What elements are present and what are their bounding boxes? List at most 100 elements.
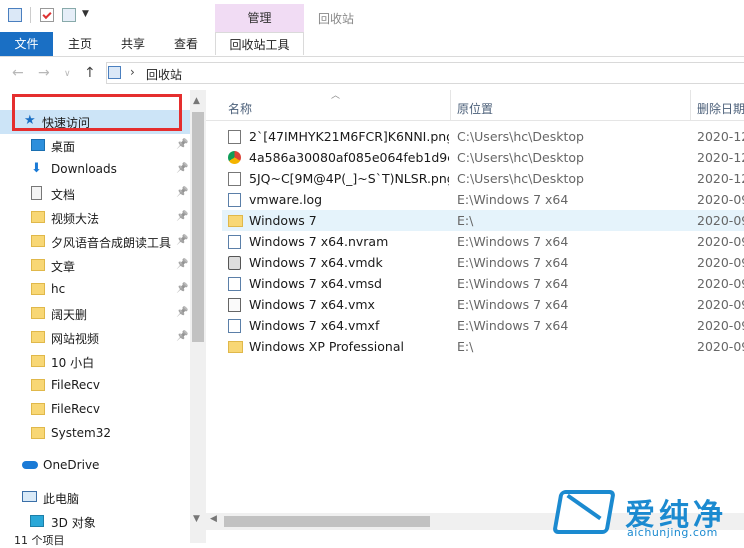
document-file-icon [228, 319, 241, 333]
file-row[interactable]: Windows 7 x64.vmxf E:\Windows 7 x64 2020-0… [222, 315, 744, 336]
sidebar-item[interactable]: 网站视频 📌 [0, 326, 190, 350]
sidebar-item-label: OneDrive [43, 458, 100, 472]
sidebar-item-onedrive[interactable]: OneDrive [0, 454, 190, 478]
sidebar-item[interactable]: 桌面 📌 [0, 134, 190, 158]
scroll-down-icon[interactable]: ▼ [193, 514, 200, 524]
recent-locations-chevron-icon[interactable]: ∨ [64, 69, 71, 79]
sidebar-item[interactable]: System32 [0, 422, 190, 446]
sidebar-item-this-pc[interactable]: 此电脑 [0, 486, 190, 510]
scrollbar-thumb[interactable] [192, 112, 204, 342]
sidebar-item[interactable]: FileRecv [0, 374, 190, 398]
pin-icon[interactable]: 📌 [176, 211, 188, 222]
folder-icon [31, 355, 45, 367]
folder-icon [228, 341, 243, 353]
sidebar-item-label: FileRecv [51, 402, 100, 416]
file-row[interactable]: 5JQ~C[9M@4P(_]~S`T)NLSR.png C:\Users\hc\D… [222, 168, 744, 189]
manage-contextual-tab-group: 管理 [215, 4, 304, 32]
tab-file[interactable]: 文件 [0, 32, 53, 56]
image-file-icon [228, 172, 241, 186]
file-date: 2020-09 [697, 255, 744, 270]
file-row[interactable]: Windows 7 x64.vmsd E:\Windows 7 x64 2020-0… [222, 273, 744, 294]
3d-objects-icon [30, 515, 44, 527]
sidebar-item[interactable]: 文章 📌 [0, 254, 190, 278]
file-location: C:\Users\hc\Desktop [457, 129, 584, 144]
recycle-bin-app-icon[interactable] [8, 8, 22, 22]
sidebar-item-label: 文章 [51, 260, 76, 274]
column-header-location[interactable]: 原位置 [457, 100, 493, 117]
up-arrow-icon[interactable]: ↑ [84, 65, 96, 81]
address-bar[interactable] [106, 62, 744, 84]
pin-icon[interactable]: 📌 [176, 235, 188, 246]
breadcrumb-separator-icon[interactable]: › [130, 65, 135, 79]
file-date: 2020-09 [697, 276, 744, 291]
column-divider[interactable] [690, 90, 691, 120]
document-file-icon [228, 235, 241, 249]
sidebar-item[interactable]: hc 📌 [0, 278, 190, 302]
file-location: E:\Windows 7 x64 [457, 318, 569, 333]
column-header-date-deleted[interactable]: 删除日期 [697, 100, 744, 117]
sidebar-item-label: 阔天删 [51, 308, 88, 322]
column-header-name[interactable]: 名称 [228, 100, 252, 117]
tab-view[interactable]: 查看 [163, 32, 209, 56]
scroll-up-icon[interactable]: ▲ [193, 96, 200, 106]
sidebar-item-label: 桌面 [51, 140, 76, 154]
file-date: 2020-09 [697, 192, 744, 207]
file-row[interactable]: vmware.log E:\Windows 7 x64 2020-09 [222, 189, 744, 210]
file-name: vmware.log [249, 192, 323, 207]
scroll-left-icon[interactable]: ◀ [210, 514, 217, 524]
sidebar-item[interactable]: FileRecv [0, 398, 190, 422]
customize-quick-access-chevron-icon[interactable]: ▼ [82, 9, 89, 19]
pin-icon[interactable]: 📌 [176, 307, 188, 318]
sidebar-item[interactable]: 视频大法 📌 [0, 206, 190, 230]
back-arrow-icon[interactable]: ← [12, 65, 24, 81]
sidebar-item[interactable]: ⬇ Downloads 📌 [0, 158, 190, 182]
file-location: E:\Windows 7 x64 [457, 276, 569, 291]
file-row[interactable]: Windows 7 x64.vmdk E:\Windows 7 x64 2020-0… [222, 252, 744, 273]
title-bar: ▼ [0, 0, 744, 32]
sidebar-item[interactable]: 10 小白 [0, 350, 190, 374]
ribbon-tab-bar: 文件 主页 共享 查看 回收站工具 [0, 32, 744, 57]
file-row[interactable]: Windows 7 x64.vmx E:\Windows 7 x64 2020-09 [222, 294, 744, 315]
sidebar-item-label: 3D 对象 [51, 516, 96, 530]
file-row[interactable]: 2`[47IMHYK21M6FCR]K6NNI.png C:\Users\hc\D… [222, 126, 744, 147]
tab-recycle-bin-tools[interactable]: 回收站工具 [215, 32, 304, 55]
file-date: 2020-12 [697, 129, 744, 144]
file-name: Windows 7 x64.vmx [249, 297, 375, 312]
scrollbar-thumb[interactable] [224, 516, 430, 527]
file-row[interactable]: 4a586a30080af085e064feb1d9c... C:\Users\h… [222, 147, 744, 168]
file-location: C:\Users\hc\Desktop [457, 171, 584, 186]
pin-icon[interactable]: 📌 [176, 331, 188, 342]
pin-icon[interactable]: 📌 [176, 259, 188, 270]
sidebar-item[interactable]: 阔天删 📌 [0, 302, 190, 326]
sidebar-item-3d-objects[interactable]: 3D 对象 [0, 510, 190, 534]
pin-icon[interactable]: 📌 [176, 139, 188, 150]
tab-share[interactable]: 共享 [110, 32, 156, 56]
sidebar-item[interactable]: 文档 📌 [0, 182, 190, 206]
properties-icon[interactable] [40, 8, 54, 22]
file-name: Windows 7 [249, 213, 317, 228]
file-row[interactable]: Windows 7 x64.nvram E:\Windows 7 x64 2020-… [222, 231, 744, 252]
computer-icon [22, 491, 37, 502]
pin-icon[interactable]: 📌 [176, 163, 188, 174]
sidebar-item[interactable]: 夕风语音合成朗读工具 📌 [0, 230, 190, 254]
file-name: Windows 7 x64.vmdk [249, 255, 383, 270]
toolbar-divider [30, 7, 31, 23]
breadcrumb-recycle-bin[interactable]: 回收站 [146, 66, 182, 83]
column-divider[interactable] [450, 90, 451, 120]
watermark-url: aichunjing.com [627, 526, 718, 539]
file-date: 2020-09 [697, 234, 744, 249]
column-header-row: 名称 原位置 删除日期 [206, 90, 744, 121]
forward-arrow-icon[interactable]: → [38, 65, 50, 81]
pin-icon[interactable]: 📌 [176, 187, 188, 198]
cloud-icon [22, 461, 38, 469]
file-location: E:\Windows 7 x64 [457, 255, 569, 270]
new-folder-icon[interactable] [62, 8, 76, 22]
disk-file-icon [228, 256, 241, 270]
chrome-file-icon [228, 151, 241, 164]
file-row[interactable]: Windows XP Professional E:\ 2020-09 [222, 336, 744, 357]
pin-icon[interactable]: 📌 [176, 283, 188, 294]
tab-home[interactable]: 主页 [57, 32, 103, 56]
annotation-highlight-box [12, 94, 182, 131]
file-row[interactable]: Windows 7 E:\ 2020-09 [222, 210, 744, 231]
file-location: E:\ [457, 213, 474, 228]
